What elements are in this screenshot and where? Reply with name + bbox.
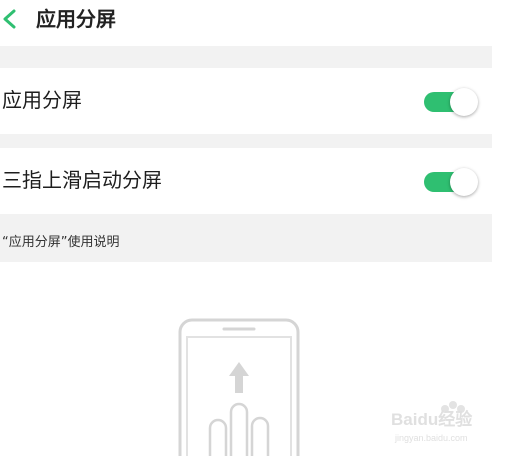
chevron-left-icon xyxy=(3,9,16,29)
help-section-header: “应用分屏”使用说明 xyxy=(0,214,492,262)
setting-row-three-finger-swipe[interactable]: 三指上滑启动分屏 xyxy=(0,148,492,214)
toggle-knob xyxy=(450,88,478,116)
section-divider xyxy=(0,134,492,148)
split-screen-settings-screen: 应用分屏 应用分屏 三指上滑启动分屏 “应用分屏”使用说明 xyxy=(0,0,492,460)
three-finger-hand-icon xyxy=(208,402,270,456)
gesture-illustration xyxy=(150,300,330,460)
setting-label: 应用分屏 xyxy=(2,88,82,112)
help-title: “应用分屏”使用说明 xyxy=(2,235,120,250)
app-split-screen-toggle[interactable] xyxy=(422,87,480,117)
title-bar: 应用分屏 xyxy=(0,0,492,46)
back-button[interactable] xyxy=(0,5,26,35)
section-divider xyxy=(0,46,492,68)
watermark-logo: Baidu经验 jingyan.baidu.com xyxy=(385,395,495,447)
three-finger-swipe-toggle[interactable] xyxy=(422,167,480,197)
arrow-up-icon xyxy=(229,362,249,393)
svg-text:Baidu经验: Baidu经验 xyxy=(391,409,473,429)
page-title: 应用分屏 xyxy=(36,7,116,31)
setting-row-app-split-screen[interactable]: 应用分屏 xyxy=(0,68,492,134)
setting-label: 三指上滑启动分屏 xyxy=(2,168,162,192)
baidu-jingyan-logo: Baidu经验 jingyan.baidu.com xyxy=(391,401,473,443)
svg-text:jingyan.baidu.com: jingyan.baidu.com xyxy=(394,433,468,443)
toggle-knob xyxy=(450,168,478,196)
